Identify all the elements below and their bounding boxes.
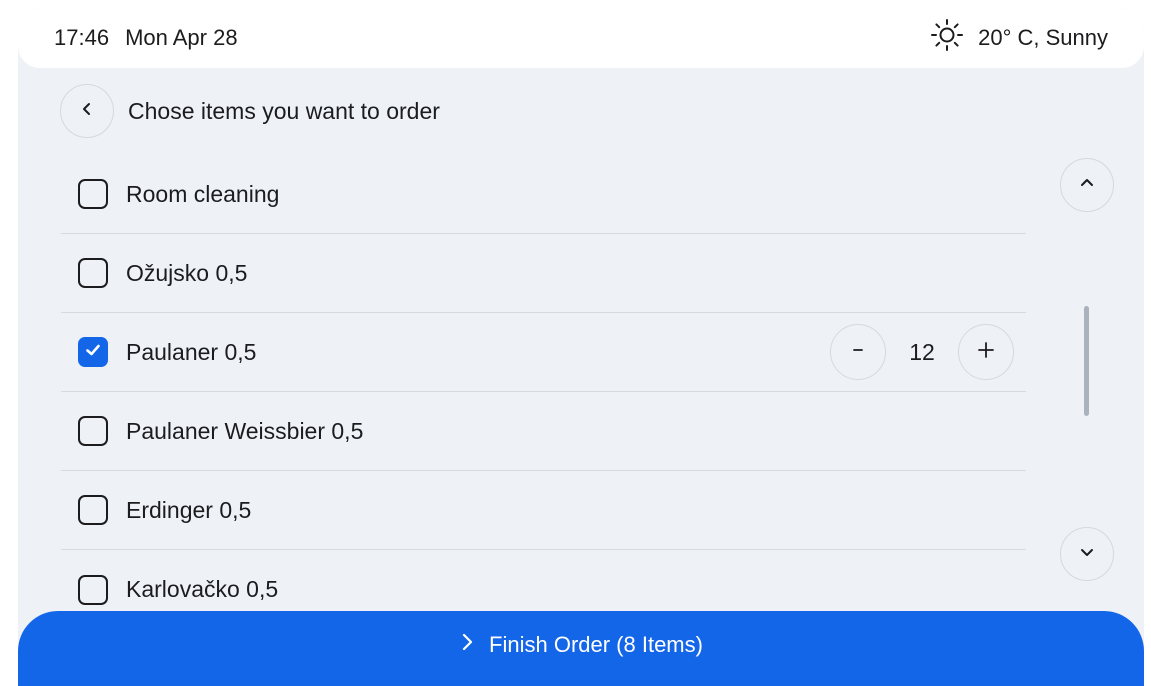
scrollbar-thumb[interactable] — [1084, 306, 1089, 416]
checkmark-icon — [84, 341, 102, 364]
finish-order-button[interactable]: Finish Order (8 Items) — [18, 611, 1144, 686]
back-button[interactable] — [60, 84, 114, 138]
scroll-up-button[interactable] — [1060, 158, 1114, 212]
item-label: Erdinger 0,5 — [126, 496, 252, 523]
scroll-down-button[interactable] — [1060, 527, 1114, 581]
sun-icon — [930, 18, 964, 58]
quantity-stepper: 12 — [830, 324, 1014, 380]
minus-icon — [850, 342, 866, 363]
checkbox-checked[interactable] — [78, 337, 108, 367]
item-label: Ožujsko 0,5 — [126, 259, 248, 286]
chevron-up-icon — [1079, 175, 1095, 196]
checkbox[interactable] — [78, 258, 108, 288]
item-label: Paulaner 0,5 — [126, 338, 257, 365]
checkbox[interactable] — [78, 495, 108, 525]
weather-text: 20° C, Sunny — [978, 25, 1108, 50]
page-header: Chose items you want to order — [60, 84, 440, 138]
chevron-left-icon — [79, 101, 95, 122]
item-label: Karlovačko 0,5 — [126, 576, 279, 602]
decrement-button[interactable] — [830, 324, 886, 380]
page-title: Chose items you want to order — [128, 97, 440, 124]
status-bar: 17:46 Mon Apr 28 20° C, Sunny — [18, 8, 1144, 68]
list-item[interactable]: Erdinger 0,5 — [61, 471, 1026, 550]
date: Mon Apr 28 — [125, 25, 238, 50]
list-item[interactable]: Paulaner Weissbier 0,5 — [61, 392, 1026, 471]
list-item[interactable]: Paulaner 0,5 12 — [61, 313, 1026, 392]
chevron-down-icon — [1079, 544, 1095, 565]
list-item[interactable]: Room cleaning — [61, 155, 1026, 234]
list-item[interactable]: Ožujsko 0,5 — [61, 234, 1026, 313]
item-list: Room cleaning Ožujsko 0,5 Paulaner 0,5 1… — [61, 155, 1026, 629]
clock: 17:46 — [54, 25, 110, 50]
app-screen: 17:46 Mon Apr 28 20° C, Sunny Chose item… — [18, 8, 1144, 686]
item-label: Paulaner Weissbier 0,5 — [126, 417, 364, 444]
checkbox[interactable] — [78, 416, 108, 446]
increment-button[interactable] — [958, 324, 1014, 380]
finish-order-label: Finish Order (8 Items) — [489, 632, 703, 657]
weather: 20° C, Sunny — [930, 18, 1108, 58]
checkbox[interactable] — [78, 179, 108, 209]
status-left: 17:46 Mon Apr 28 — [54, 25, 238, 51]
item-label: Room cleaning — [126, 180, 280, 207]
checkbox[interactable] — [78, 574, 108, 605]
chevron-right-icon — [459, 632, 475, 658]
quantity-value: 12 — [909, 338, 935, 365]
plus-icon — [976, 340, 996, 365]
